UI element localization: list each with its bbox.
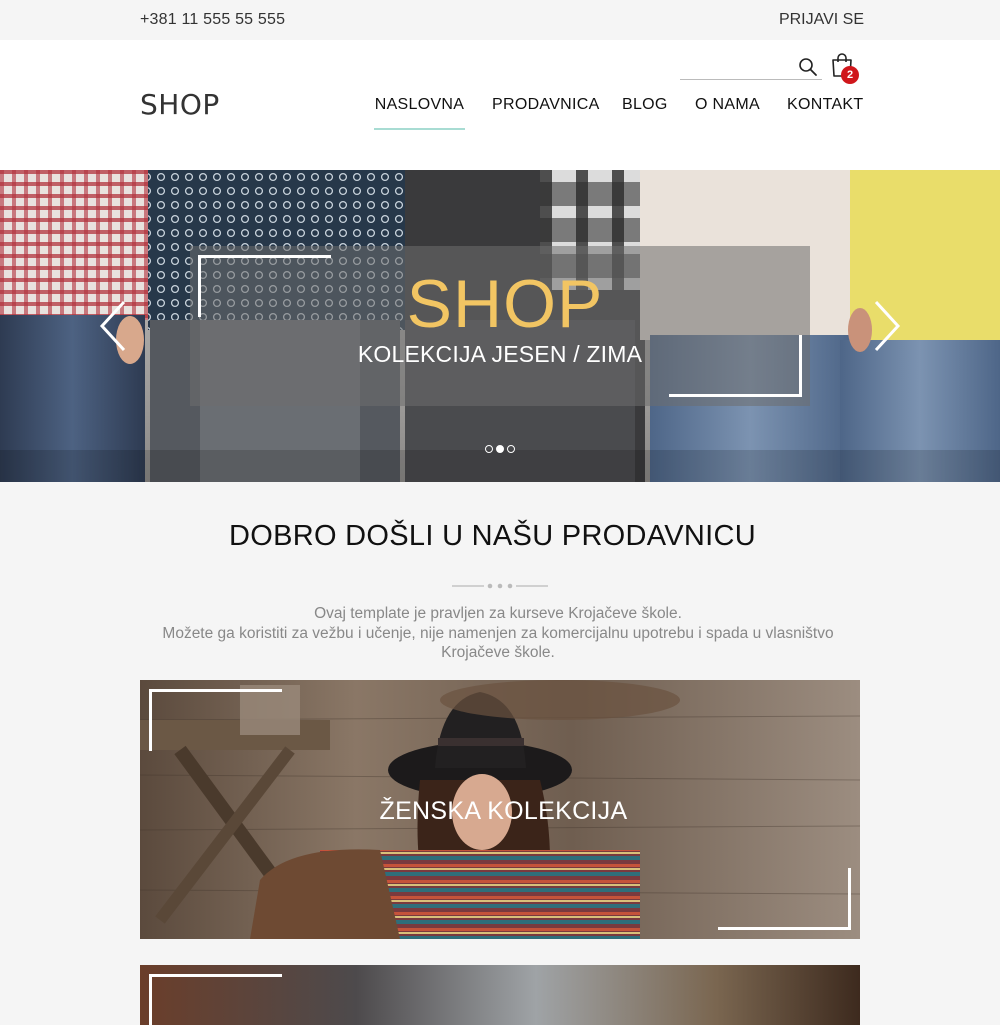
banner-frame-corner — [718, 868, 851, 930]
welcome-title: DOBRO DOŠLI U NAŠU PRODAVNICU — [228, 520, 757, 552]
cart-count-badge: 2 — [841, 66, 859, 84]
site-header: SHOP 2 NASLOVNA PRODAVNICA BLOG O NAMA K… — [0, 40, 1000, 170]
nav-item-blog[interactable]: BLOG — [622, 96, 668, 130]
womens-collection-banner[interactable]: ŽENSKA KOLEKCIJA — [140, 680, 860, 939]
welcome-text: Ovaj template je pravljen za kurseve Kro… — [130, 604, 866, 663]
search-icon[interactable] — [798, 57, 818, 77]
slider-dot-active[interactable] — [496, 445, 504, 453]
collection-banner[interactable] — [140, 965, 860, 1025]
banner-frame-corner — [149, 689, 282, 751]
hero-title: SHOP — [406, 266, 604, 342]
nav-item-naslovna[interactable]: NASLOVNA — [374, 96, 465, 130]
welcome-line: Ovaj template je pravljen za kurseve Kro… — [314, 605, 682, 622]
hero-subtitle: KOLEKCIJA JESEN / ZIMA — [357, 341, 643, 367]
welcome-line: Možete ga koristiti za vežbu i učenje, n… — [162, 624, 834, 642]
phone-number: +381 11 555 55 555 — [140, 11, 286, 28]
search-input[interactable] — [680, 54, 792, 79]
chevron-right-icon[interactable] — [872, 300, 902, 352]
main-nav: NASLOVNA PRODAVNICA BLOG O NAMA KONTAKT — [0, 96, 1000, 136]
womens-collection-label: ŽENSKA KOLEKCIJA — [379, 797, 628, 825]
nav-item-o-nama[interactable]: O NAMA — [695, 96, 760, 130]
chevron-left-icon[interactable] — [98, 300, 128, 352]
slider-dot[interactable] — [485, 445, 493, 453]
nav-item-prodavnica[interactable]: PRODAVNICA — [492, 96, 600, 130]
welcome-line: Krojačeve škole. — [441, 644, 555, 661]
login-link[interactable]: PRIJAVI SE — [779, 11, 864, 29]
slider-dot[interactable] — [507, 445, 515, 453]
section-divider — [452, 583, 548, 589]
search-box — [680, 54, 822, 80]
top-bar: +381 11 555 55 555 PRIJAVI SE — [0, 0, 1000, 40]
hero-slider: SHOP KOLEKCIJA JESEN / ZIMA — [0, 170, 1000, 482]
nav-item-kontakt[interactable]: KONTAKT — [787, 96, 863, 130]
